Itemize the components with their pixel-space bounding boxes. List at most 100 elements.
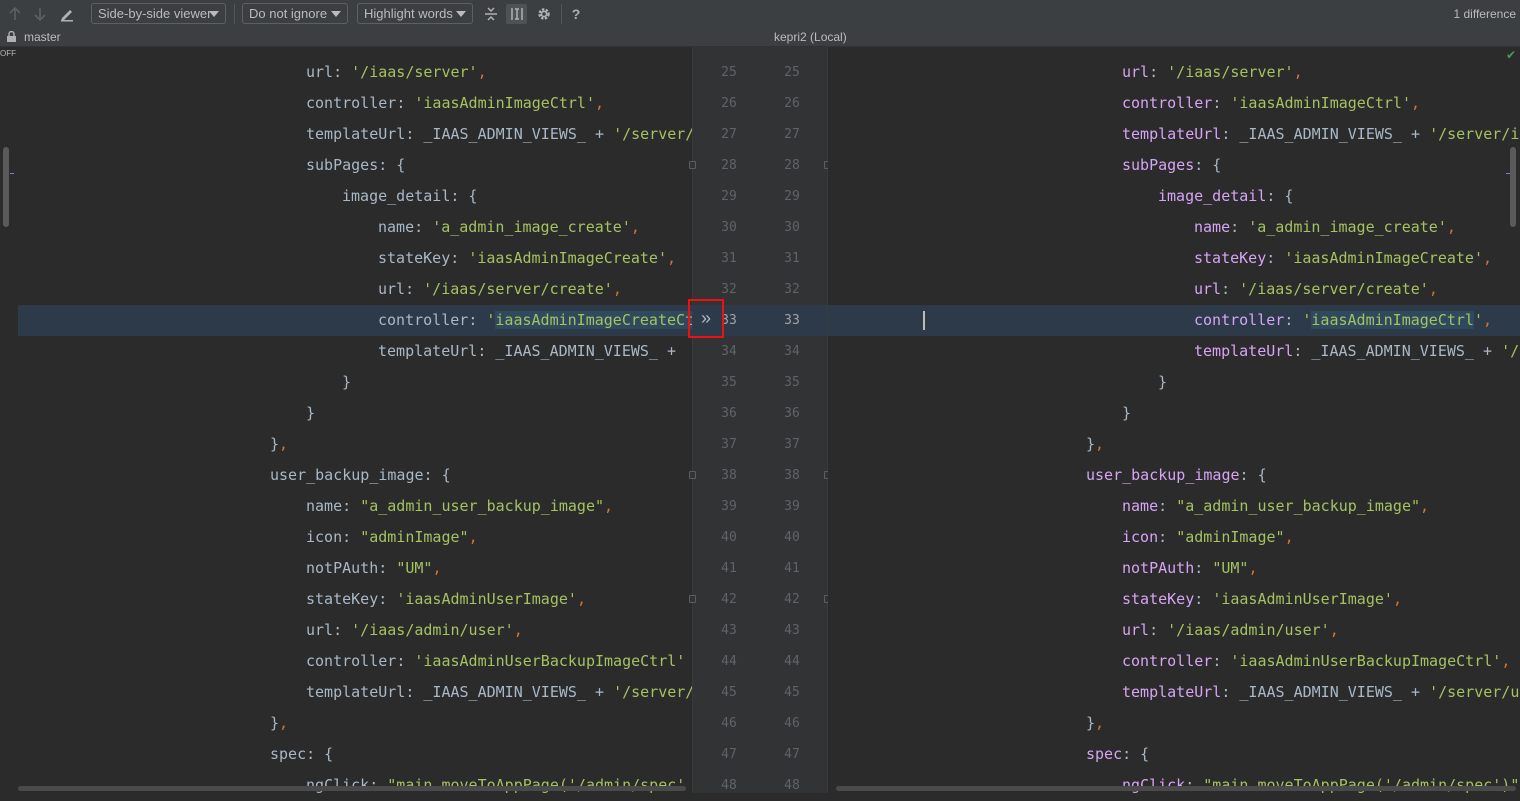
code-token: , [279, 435, 289, 453]
code-token: : [342, 528, 361, 546]
left-line-number: 44 [721, 654, 737, 669]
viewer-mode-select[interactable]: Side-by-side viewer [91, 3, 226, 24]
right-line-number: 32 [784, 282, 800, 297]
fold-marker-icon[interactable] [689, 161, 696, 169]
gear-icon[interactable] [535, 4, 553, 24]
right-vertical-scrollbar[interactable] [1510, 147, 1516, 227]
collapse-unchanged-icon[interactable] [482, 4, 500, 24]
left-line-number: 25 [721, 65, 737, 80]
left-horizontal-scrollbar[interactable] [18, 786, 686, 791]
toolbar-divider [234, 4, 235, 24]
code-token: : { [1266, 187, 1294, 205]
arrow-up-icon[interactable] [7, 4, 23, 24]
code-line: controller: 'iaasAdminImageCtrl', [1122, 88, 1420, 119]
code-token: , [1446, 218, 1456, 236]
code-line: templateUrl: _IAAS_ADMIN_VIEWS_ + '/serv… [306, 677, 692, 708]
diff-gutter: 25 25 26 26 27 27 28 28 29 29 30 30 31 31 32 32 33 33 34 34… [689, 47, 831, 793]
arrow-down-icon[interactable] [32, 4, 48, 24]
code-token: 'iaasAdminUserImage' [1212, 590, 1393, 608]
left-line-number: 45 [721, 685, 737, 700]
code-token: name [1194, 218, 1231, 236]
code-token: '/server/ [613, 125, 692, 143]
code-line: stateKey: 'iaasAdminUserImage', [306, 584, 586, 615]
code-token: : [405, 280, 424, 298]
code-line: }, [270, 708, 288, 739]
code-line: url: '/iaas/server', [306, 57, 487, 88]
code-token: controller [1122, 652, 1213, 670]
code-token: 'iaasAdminImageCtrl' [1230, 94, 1411, 112]
highlight-mode-select[interactable]: Highlight words [357, 3, 473, 24]
right-line-number: 41 [784, 561, 800, 576]
code-token: stateKey [306, 590, 379, 608]
code-token: templateUrl [306, 125, 406, 143]
right-line-number: 37 [784, 437, 800, 452]
code-token: url [1122, 621, 1150, 639]
code-token: : [333, 621, 352, 639]
code-line: templateUrl: _IAAS_ADMIN_VIEWS_ + '/serv… [1122, 677, 1520, 708]
right-line-number: 48 [784, 778, 800, 793]
sync-scroll-icon[interactable] [506, 4, 527, 24]
apply-change-button[interactable]: » [688, 299, 724, 338]
code-line: url: '/iaas/server', [1122, 57, 1303, 88]
code-token: , [612, 280, 622, 298]
diff-titles-bar [0, 28, 1520, 47]
code-token: , [477, 63, 487, 81]
right-horizontal-scrollbar[interactable] [836, 786, 1516, 791]
left-line-number: 42 [721, 592, 737, 607]
help-button[interactable]: ? [568, 4, 584, 24]
code-token: templateUrl [306, 683, 406, 701]
code-token: : { [423, 466, 451, 484]
code-token: '/server/ [613, 683, 692, 701]
code-token: url [1194, 280, 1222, 298]
code-token: : [1266, 249, 1285, 267]
highlight-mode-value: Highlight words [364, 6, 453, 21]
code-line: }, [1086, 708, 1104, 739]
left-line-number: 38 [721, 468, 737, 483]
code-line: templateUrl: _IAAS_ADMIN_VIEWS_ + [378, 336, 676, 367]
change-marker [10, 173, 14, 174]
code-token: : [1149, 621, 1168, 639]
left-line-number: 35 [721, 375, 737, 390]
code-token: subPages [1122, 156, 1195, 174]
code-token: : { [378, 156, 406, 174]
code-token: : _IAAS_ADMIN_VIEWS_ + [1293, 342, 1502, 360]
left-vertical-scrollbar[interactable] [3, 147, 9, 227]
code-token: , [1293, 63, 1303, 81]
code-line: url: '/iaas/admin/user', [306, 615, 523, 646]
code-token: } [1086, 435, 1096, 453]
code-token: "adminImage" [1176, 528, 1285, 546]
code-token: controller [306, 652, 397, 670]
code-line: controller: 'iaasAdminImageCtrl', [1194, 305, 1492, 336]
code-token: , [595, 94, 605, 112]
left-line-number: 30 [721, 220, 737, 235]
code-line: templateUrl: _IAAS_ADMIN_VIEWS_ + '/serv… [306, 119, 692, 150]
code-token: controller [1194, 311, 1285, 329]
right-line-number: 43 [784, 623, 800, 638]
pencil-icon[interactable] [58, 4, 76, 24]
left-line-number: 26 [721, 96, 737, 111]
code-token: url [306, 63, 334, 81]
code-token: templateUrl [1194, 342, 1294, 360]
fold-marker-icon[interactable] [689, 471, 696, 479]
code-token: , [432, 559, 442, 577]
left-line-number: 41 [721, 561, 737, 576]
ignore-mode-select[interactable]: Do not ignore [242, 3, 348, 24]
code-token: , [1095, 435, 1105, 453]
left-line-number: 29 [721, 189, 737, 204]
code-token: , [1095, 714, 1105, 732]
code-line: spec: { [1086, 739, 1149, 770]
right-line-number: 30 [784, 220, 800, 235]
fold-marker-icon[interactable] [689, 595, 696, 603]
code-token: : { [450, 187, 478, 205]
code-token: '/server/us [1429, 683, 1520, 701]
left-editor-pane[interactable]: url: '/iaas/server', controller: 'iaasAdm… [0, 47, 692, 793]
code-token: 'a_admin_image_create' [432, 218, 631, 236]
code-token: } [1158, 373, 1168, 391]
code-token: : [1158, 528, 1177, 546]
difference-count: 1 difference [1453, 7, 1517, 21]
code-line: controller: 'iaasAdminUserBackupImageCtr… [1122, 646, 1510, 677]
ignore-mode-value: Do not ignore [249, 6, 328, 21]
code-token: 'iaasAdminUserBackupImageCtrl' [414, 652, 686, 670]
right-editor-pane[interactable]: url: '/iaas/server', controller: 'iaasAdm… [828, 47, 1520, 793]
code-token: "a_admin_user_backup_image" [360, 497, 605, 515]
